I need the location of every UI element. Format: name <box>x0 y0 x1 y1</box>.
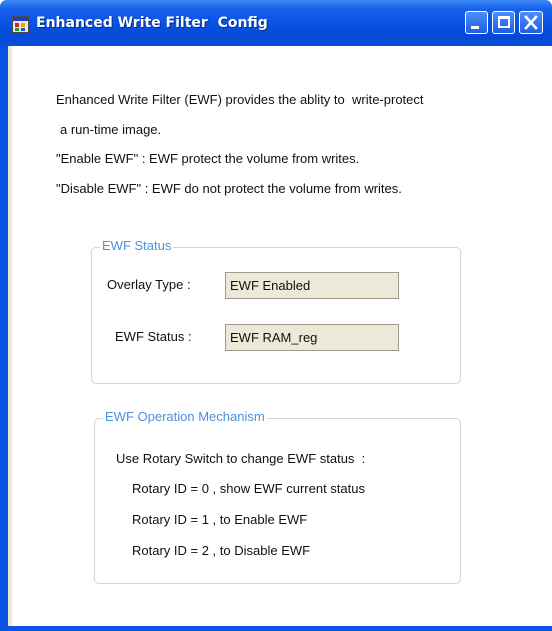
ewf-mechanism-legend: EWF Operation Mechanism <box>103 409 267 424</box>
window-title: Enhanced Write Filter Config <box>36 15 268 31</box>
minimize-icon <box>471 26 479 29</box>
ewf-status-field[interactable]: EWF RAM_reg <box>225 324 399 351</box>
close-icon <box>524 15 538 30</box>
description-line-2: a run-time image. <box>60 122 162 137</box>
app-window: Enhanced Write Filter Config Enhanced Wr… <box>0 0 552 631</box>
ewf-status-legend: EWF Status <box>100 238 174 253</box>
mechanism-item-1: Rotary ID = 1 , to Enable EWF <box>132 512 308 527</box>
maximize-button[interactable] <box>492 11 515 34</box>
title-bar[interactable]: Enhanced Write Filter Config <box>0 0 552 46</box>
close-button[interactable] <box>519 11 543 34</box>
ewf-mechanism-group <box>94 418 461 584</box>
client-area: Enhanced Write Filter (EWF) provides the… <box>8 46 552 626</box>
description-line-1: Enhanced Write Filter (EWF) provides the… <box>56 92 424 107</box>
mechanism-item-2: Rotary ID = 2 , to Disable EWF <box>132 543 311 558</box>
overlay-type-field[interactable]: EWF Enabled <box>225 272 399 299</box>
ewf-status-group <box>91 247 461 384</box>
mechanism-intro: Use Rotary Switch to change EWF status : <box>116 451 366 466</box>
ewf-status-label: EWF Status : <box>115 329 192 344</box>
app-icon[interactable] <box>12 16 29 33</box>
minimize-button[interactable] <box>465 11 488 34</box>
overlay-type-label: Overlay Type : <box>107 277 191 292</box>
description-line-3: "Enable EWF" : EWF protect the volume fr… <box>56 151 360 166</box>
maximize-icon <box>498 16 510 28</box>
window-bottom-border <box>8 626 552 631</box>
form-body: Enhanced Write Filter (EWF) provides the… <box>12 46 552 626</box>
description-line-4: "Disable EWF" : EWF do not protect the v… <box>56 181 402 196</box>
mechanism-item-0: Rotary ID = 0 , show EWF current status <box>132 481 365 496</box>
